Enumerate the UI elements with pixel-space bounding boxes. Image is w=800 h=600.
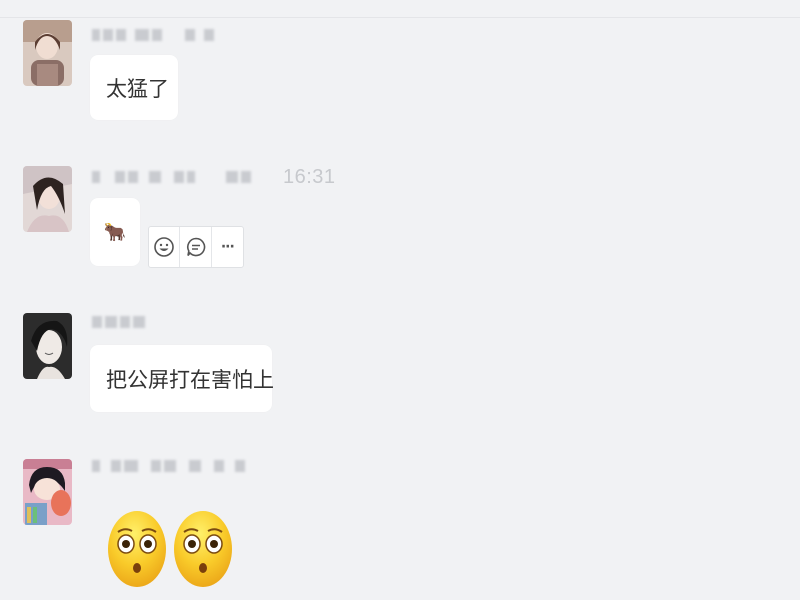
obscured-name <box>92 171 251 183</box>
obscured-name <box>92 316 145 328</box>
girl-portrait-avatar-icon[interactable] <box>23 20 72 86</box>
sketch-boy-avatar-icon[interactable] <box>23 313 72 379</box>
flushed-emoji-icon <box>108 511 166 587</box>
message-emoji-content[interactable] <box>106 508 236 590</box>
girl-portrait-avatar-icon[interactable] <box>23 166 72 232</box>
obscured-name <box>92 29 214 41</box>
reply-comment-icon[interactable] <box>180 227 212 267</box>
message-text: 太猛了 <box>106 76 169 101</box>
message-action-bar: ··· <box>148 226 244 268</box>
sender-name <box>92 27 214 43</box>
message-time: 16:31 <box>283 165 336 188</box>
ox-emoji-icon: 🐂 <box>103 221 127 243</box>
more-options-icon[interactable]: ··· <box>212 227 243 267</box>
sender-name <box>92 314 145 330</box>
cartoon-girl-avatar-icon[interactable] <box>23 459 72 525</box>
emoji-reaction-icon[interactable] <box>149 227 181 267</box>
more-options-label: ··· <box>220 239 235 255</box>
flushed-emoji-icon <box>174 511 232 587</box>
sender-name: 16:31 <box>92 166 336 188</box>
message-bubble[interactable]: 太猛了 <box>90 55 178 120</box>
sender-name <box>92 458 245 474</box>
message-bubble[interactable]: 🐂 <box>90 198 140 266</box>
message-bubble[interactable]: 把公屏打在害怕上 <box>90 345 274 412</box>
message-text: 把公屏打在害怕上 <box>106 367 274 392</box>
obscured-name <box>92 460 245 472</box>
top-divider <box>0 17 800 18</box>
chat-message-list: 太猛了 16:31 🐂 ··· 把公屏打在害怕上 <box>0 0 800 600</box>
